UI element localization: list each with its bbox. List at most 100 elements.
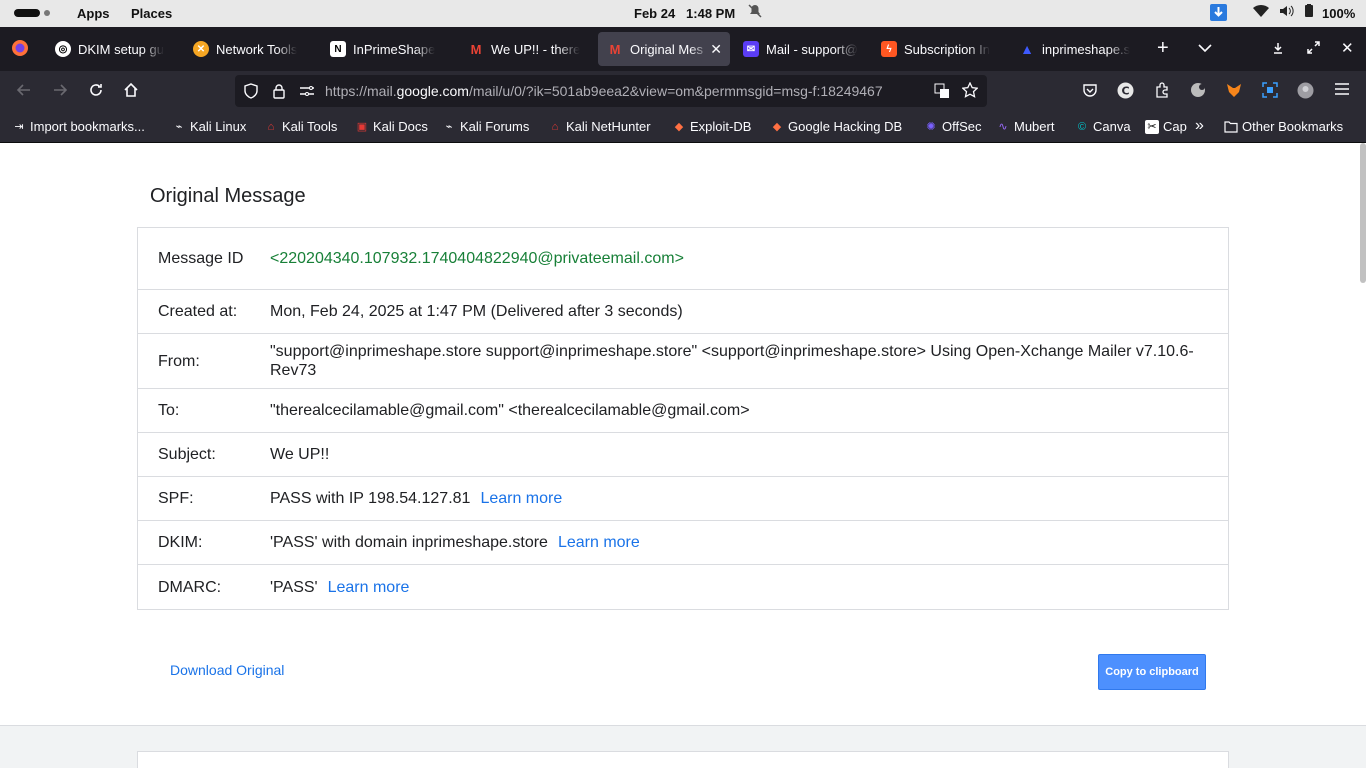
permissions-icon[interactable] [299, 83, 315, 104]
notifications-muted-icon[interactable] [748, 4, 762, 21]
dmarc-value-container: 'PASS' Learn more [270, 578, 439, 597]
spf-value: PASS with IP 198.54.127.81 [270, 490, 471, 507]
close-window-icon[interactable]: ✕ [1341, 39, 1354, 57]
wifi-icon[interactable] [1253, 4, 1269, 21]
clock-date: Feb 24 [634, 6, 676, 21]
folder-icon [1224, 120, 1238, 134]
bookmark-label: Kali Tools [282, 119, 338, 134]
account-avatar-icon[interactable] [1297, 82, 1314, 104]
more-bookmarks-chevron-icon[interactable]: » [1195, 117, 1204, 135]
bookmark-label: Import bookmarks... [30, 119, 145, 134]
bookmark-label: Mubert [1014, 119, 1055, 134]
bookmark-star-icon[interactable] [961, 81, 979, 103]
tab-label: We UP!! - there [491, 41, 581, 57]
bookmark-other[interactable]: Other Bookmarks [1224, 119, 1343, 134]
tracking-protection-shield-icon[interactable] [243, 83, 259, 104]
metamask-fox-icon[interactable] [1226, 82, 1242, 103]
hamburger-menu-icon[interactable] [1334, 82, 1350, 101]
firefox-menu-icon[interactable] [11, 39, 29, 62]
list-all-tabs-icon[interactable] [1198, 40, 1212, 58]
offsec-icon: ✺ [926, 121, 936, 133]
volume-icon[interactable] [1279, 4, 1295, 21]
spf-value-container: PASS with IP 198.54.127.81 Learn more [270, 489, 592, 508]
import-icon: ⇥ [14, 121, 24, 133]
row-created-at: Created at: Mon, Feb 24, 2025 at 1:47 PM… [138, 290, 1228, 334]
tab-label: InPrimeShape [353, 41, 436, 57]
bookmark-kali-forums[interactable]: ⌁ Kali Forums [442, 119, 530, 134]
address-bar[interactable]: https://mail.google.com/mail/u/0/?ik=501… [235, 75, 987, 107]
tab-inprimeshape[interactable]: N InPrimeShape [321, 32, 453, 66]
places-menu[interactable]: Places [131, 6, 172, 21]
restore-window-icon[interactable] [1307, 41, 1320, 59]
kali-docs-icon: ▣ [356, 121, 368, 133]
tab-network-tools[interactable]: ✕ Network Tools [184, 32, 310, 66]
apps-menu[interactable]: Apps [77, 6, 110, 21]
row-dmarc: DMARC: 'PASS' Learn more [138, 565, 1228, 609]
original-message-page: Original Message Message ID <220204340.1… [0, 143, 1366, 768]
forward-icon[interactable] [52, 82, 68, 103]
bookmark-kali-docs[interactable]: ▣ Kali Docs [355, 119, 428, 134]
spf-learn-more-link[interactable]: Learn more [480, 490, 562, 507]
triangle-icon: ▲ [1020, 41, 1034, 57]
bookmark-label: Google Hacking DB [788, 119, 903, 134]
bookmark-label: Kali Linux [190, 119, 247, 134]
dmarc-value: 'PASS' [270, 578, 318, 596]
bookmark-exploit-db[interactable]: ◆ Exploit-DB [672, 119, 752, 134]
tab-inprimeshape-store[interactable]: ▲ inprimeshape.s [1010, 32, 1140, 66]
bookmark-mubert[interactable]: ∿ Mubert [996, 119, 1054, 134]
page-scrollbar[interactable] [1360, 143, 1366, 283]
bookmark-offsec[interactable]: ✺ OffSec [924, 119, 982, 134]
new-tab-icon[interactable]: + [1157, 37, 1169, 60]
message-id-value: <220204340.107932.1740404822940@privatee… [270, 250, 684, 267]
dkim-value: 'PASS' with domain inprimeshape.store [270, 534, 548, 551]
bookmark-kali-linux[interactable]: ⌁ Kali Linux [172, 119, 247, 134]
tab-label: Subscription In [904, 41, 990, 57]
battery-percent: 100% [1322, 6, 1356, 21]
workspace-indicator [44, 10, 50, 16]
dmarc-learn-more-link[interactable]: Learn more [328, 579, 410, 596]
tab-we-up[interactable]: M We UP!! - there [459, 32, 589, 66]
bookmark-cap[interactable]: ✂ Cap [1145, 119, 1187, 134]
network-tools-icon: ✕ [193, 41, 209, 57]
nethunter-icon: ⌂ [551, 120, 559, 133]
translate-icon[interactable] [934, 83, 950, 104]
extensions-puzzle-icon[interactable] [1154, 82, 1170, 103]
download-update-icon[interactable] [1210, 4, 1227, 24]
dmarc-label: DMARC: [158, 578, 222, 596]
activities-button[interactable] [14, 9, 40, 17]
tab-subscription[interactable]: ϟ Subscription In [872, 32, 1002, 66]
clock-time: 1:48 PM [686, 6, 736, 21]
row-subject: Subject: We UP!! [138, 433, 1228, 477]
close-tab-icon[interactable]: ✕ [710, 41, 722, 58]
gmail-icon: M [470, 41, 482, 57]
minimize-window-icon[interactable] [1272, 41, 1284, 59]
bookmark-kali-tools[interactable]: ⌂ Kali Tools [264, 119, 338, 134]
download-original-link[interactable]: Download Original [170, 662, 284, 678]
bookmark-import[interactable]: ⇥ Import bookmarks... [12, 119, 145, 134]
home-icon[interactable] [123, 82, 139, 103]
lock-icon[interactable] [272, 83, 286, 104]
clock[interactable]: Feb 24 1:48 PM [634, 6, 735, 21]
reload-icon[interactable] [88, 82, 104, 103]
url-path: /mail/u/0/?ik=501ab9eea2&view=om&permmsg… [468, 83, 883, 99]
pocket-icon[interactable] [1082, 82, 1098, 103]
row-from: From: "support@inprimeshape.store suppor… [138, 334, 1228, 389]
battery-icon[interactable] [1305, 4, 1313, 20]
dkim-learn-more-link[interactable]: Learn more [558, 534, 640, 551]
tab-mail-support[interactable]: ✉ Mail - support@ [734, 32, 862, 66]
copy-to-clipboard-button[interactable]: Copy to clipboard [1098, 654, 1206, 690]
extension-c-icon[interactable]: C [1117, 82, 1134, 104]
back-icon[interactable] [16, 82, 32, 103]
url-text[interactable]: https://mail.google.com/mail/u/0/?ik=501… [325, 83, 929, 99]
bookmark-canva[interactable]: © Canva [1075, 119, 1131, 134]
tab-original-message[interactable]: M Original Mes ✕ [598, 32, 730, 66]
extension-cookie-icon[interactable] [1190, 82, 1206, 103]
tab-dkim-setup[interactable]: ◎ DKIM setup gu [46, 32, 174, 66]
bookmark-kali-nethunter[interactable]: ⌂ Kali NetHunter [548, 119, 651, 134]
screenshot-scan-icon[interactable] [1262, 82, 1278, 103]
kali-tools-icon: ⌂ [267, 120, 275, 133]
bookmark-google-hacking-db[interactable]: ◆ Google Hacking DB [770, 119, 902, 134]
spf-label: SPF: [158, 490, 194, 507]
svg-text:C: C [1121, 85, 1129, 98]
bookmark-label: OffSec [942, 119, 982, 134]
